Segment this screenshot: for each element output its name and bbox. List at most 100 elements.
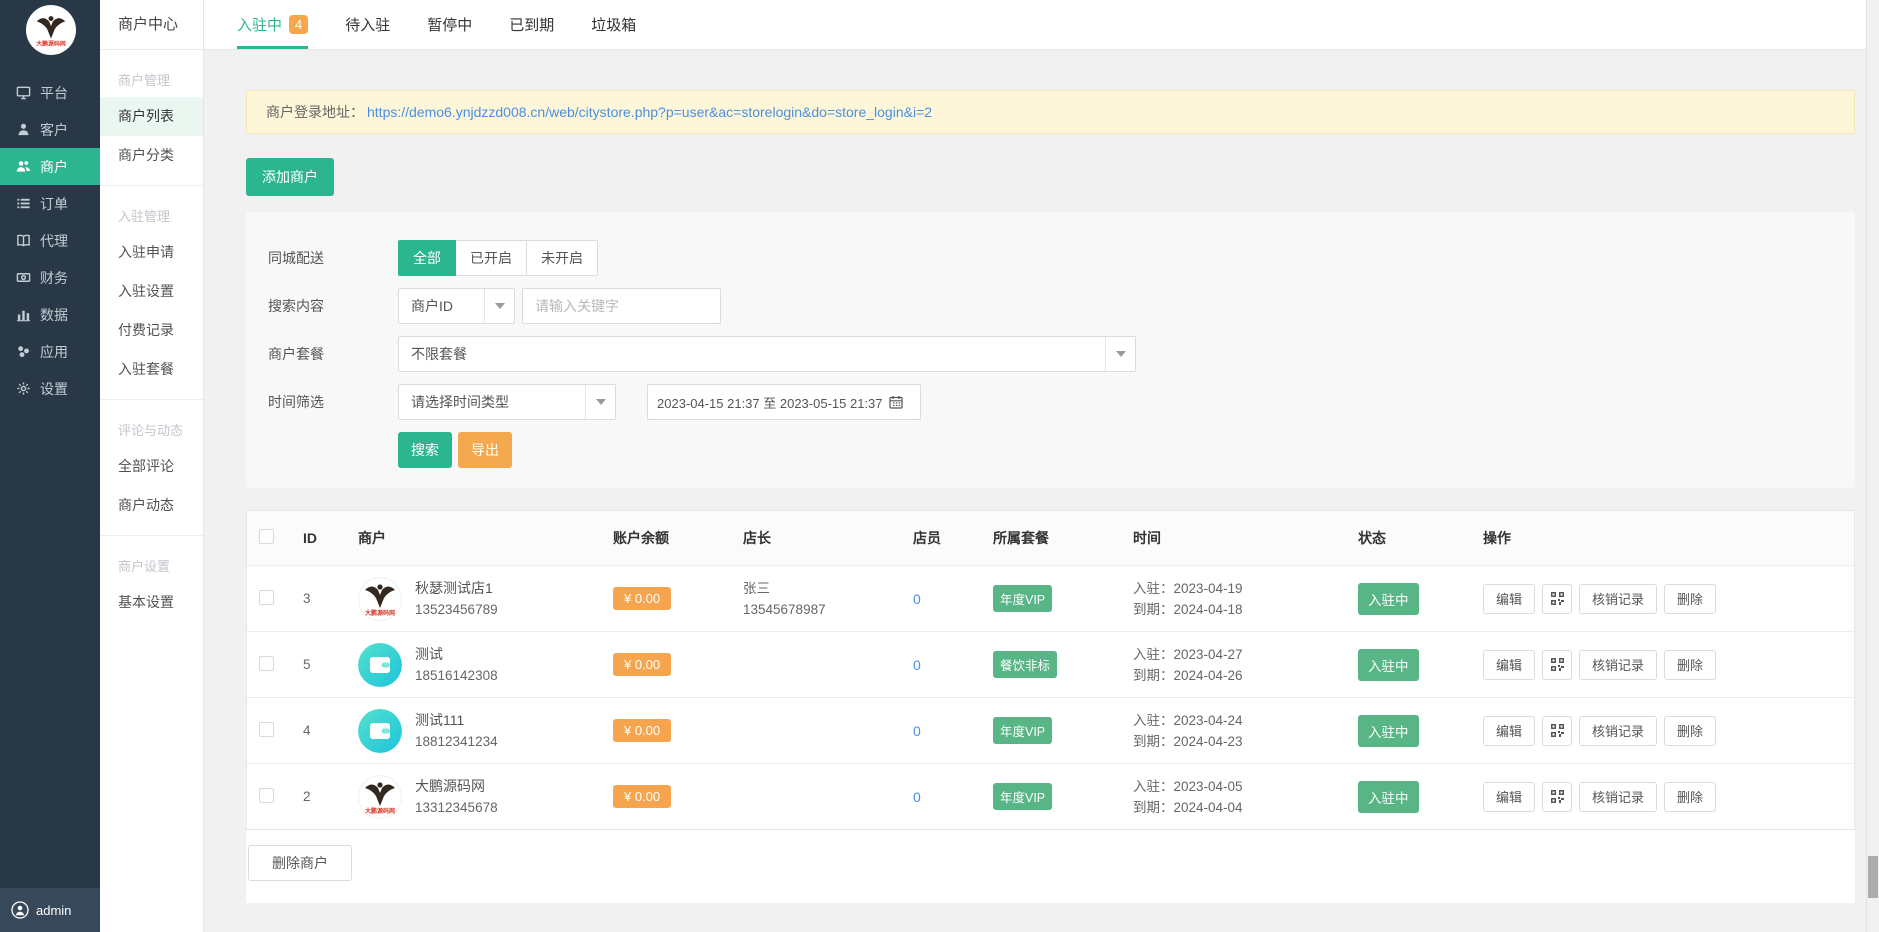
submenu-title: 商户中心 xyxy=(100,0,203,50)
clerk-count-link[interactable]: 0 xyxy=(913,657,921,673)
delivery-option-disabled[interactable]: 未开启 xyxy=(527,240,598,276)
sidebar-item-apps[interactable]: 应用 xyxy=(0,333,100,370)
tab-pending-merchants[interactable]: 待入驻 xyxy=(345,0,390,49)
column-header-status: 状态 xyxy=(1346,528,1471,548)
delivery-option-all[interactable]: 全部 xyxy=(398,240,456,276)
redeem-records-button[interactable]: 核销记录 xyxy=(1579,650,1657,680)
clerk-count-link[interactable]: 0 xyxy=(913,591,921,607)
qr-code-button[interactable] xyxy=(1542,716,1572,746)
clerk-count-link[interactable]: 0 xyxy=(913,723,921,739)
chart-icon xyxy=(16,307,31,322)
sidebar-nav: 平台 客户 商户 订单 代理 财务 xyxy=(0,74,100,407)
expire-date: 到期：2024-04-23 xyxy=(1133,731,1346,752)
table-row: 5 测试 18516142308 ¥ 0.00 xyxy=(247,631,1854,697)
qr-code-button[interactable] xyxy=(1542,650,1572,680)
submenu-item-all-comments[interactable]: 全部评论 xyxy=(100,447,203,486)
keyword-input[interactable] xyxy=(522,288,721,324)
sidebar-item-orders[interactable]: 订单 xyxy=(0,185,100,222)
search-field-select[interactable]: 商户ID xyxy=(398,288,515,324)
redeem-records-button[interactable]: 核销记录 xyxy=(1579,716,1657,746)
submenu-item-payment-records[interactable]: 付费记录 xyxy=(100,311,203,350)
submenu-item-merchant-news[interactable]: 商户动态 xyxy=(100,486,203,525)
edit-button[interactable]: 编辑 xyxy=(1483,650,1535,680)
row-checkbox[interactable] xyxy=(259,590,274,605)
tab-expired-merchants[interactable]: 已到期 xyxy=(509,0,554,49)
redeem-records-button[interactable]: 核销记录 xyxy=(1579,782,1657,812)
brand-logo[interactable]: 大鹏源码网 xyxy=(26,5,76,55)
tab-active-merchants[interactable]: 入驻中 4 xyxy=(237,0,308,49)
submenu-item-merchant-category[interactable]: 商户分类 xyxy=(100,136,203,175)
sidebar: 大鹏源码网 平台 客户 商户 订单 代理 xyxy=(0,0,100,932)
add-merchant-button[interactable]: 添加商户 xyxy=(246,158,334,196)
expire-date: 到期：2024-04-26 xyxy=(1133,665,1346,686)
redeem-records-button[interactable]: 核销记录 xyxy=(1579,584,1657,614)
apps-icon xyxy=(16,344,31,359)
sidebar-item-data[interactable]: 数据 xyxy=(0,296,100,333)
scrollbar-thumb[interactable] xyxy=(1868,856,1878,898)
sidebar-item-label: 客户 xyxy=(40,120,68,140)
package-select-value: 不限套餐 xyxy=(399,344,1105,364)
delete-button[interactable]: 删除 xyxy=(1664,650,1716,680)
submenu-item-basic-settings[interactable]: 基本设置 xyxy=(100,583,203,622)
tab-label: 暂停中 xyxy=(427,14,472,35)
login-url-link[interactable]: https://demo6.ynjdzzd008.cn/web/citystor… xyxy=(367,104,932,120)
column-header-id: ID xyxy=(291,530,346,546)
delivery-option-enabled[interactable]: 已开启 xyxy=(456,240,527,276)
qr-code-button[interactable] xyxy=(1542,782,1572,812)
package-badge: 年度VIP xyxy=(993,585,1052,612)
tab-trash[interactable]: 垃圾箱 xyxy=(591,0,636,49)
sidebar-item-customers[interactable]: 客户 xyxy=(0,111,100,148)
submenu-item-merchant-list[interactable]: 商户列表 xyxy=(100,97,203,136)
delete-button[interactable]: 删除 xyxy=(1664,782,1716,812)
date-range-input[interactable]: 2023-04-15 21:37 至 2023-05-15 21:37 xyxy=(647,384,921,420)
sidebar-item-label: 应用 xyxy=(40,342,68,362)
time-type-select[interactable]: 请选择时间类型 xyxy=(398,384,616,420)
edit-button[interactable]: 编辑 xyxy=(1483,716,1535,746)
filter-label: 搜索内容 xyxy=(268,296,398,316)
qr-code-button[interactable] xyxy=(1542,584,1572,614)
sidebar-item-label: 商户 xyxy=(40,157,68,177)
edit-button[interactable]: 编辑 xyxy=(1483,782,1535,812)
manager-phone: 13545678987 xyxy=(743,599,901,620)
delete-merchants-button[interactable]: 删除商户 xyxy=(248,845,352,881)
table-row: 2 大鹏源码网 大鹏源码网 13312345678 ¥ 0.00 xyxy=(247,763,1854,829)
join-date: 入驻：2023-04-05 xyxy=(1133,776,1346,797)
sidebar-item-settings[interactable]: 设置 xyxy=(0,370,100,407)
edit-button[interactable]: 编辑 xyxy=(1483,584,1535,614)
submenu-group-header: 入驻管理 xyxy=(100,186,203,233)
package-select[interactable]: 不限套餐 xyxy=(398,336,1136,372)
sidebar-item-finance[interactable]: 财务 xyxy=(0,259,100,296)
monitor-icon xyxy=(16,85,31,100)
column-header-time: 时间 xyxy=(1121,528,1346,548)
merchant-name: 测试 xyxy=(415,644,498,665)
login-url-notice: 商户登录地址： https://demo6.ynjdzzd008.cn/web/… xyxy=(246,90,1855,134)
search-button[interactable]: 搜索 xyxy=(398,432,452,468)
vertical-scrollbar[interactable] xyxy=(1866,0,1879,932)
merchant-logo-eagle: 大鹏源码网 xyxy=(358,577,402,621)
submenu-item-entry-apply[interactable]: 入驻申请 xyxy=(100,233,203,272)
svg-text:大鹏源码网: 大鹏源码网 xyxy=(365,609,395,617)
search-field-value: 商户ID xyxy=(399,296,484,316)
clerk-count-link[interactable]: 0 xyxy=(913,789,921,805)
merchant-name: 测试111 xyxy=(415,710,498,731)
row-checkbox[interactable] xyxy=(259,788,274,803)
submenu-group-header: 评论与动态 xyxy=(100,400,203,447)
current-user[interactable]: admin xyxy=(0,888,100,932)
sidebar-item-merchants[interactable]: 商户 xyxy=(0,148,100,185)
qr-code-icon xyxy=(1551,592,1564,605)
sidebar-item-agents[interactable]: 代理 xyxy=(0,222,100,259)
status-badge: 入驻中 xyxy=(1358,715,1419,747)
submenu-item-entry-packages[interactable]: 入驻套餐 xyxy=(100,350,203,389)
row-checkbox[interactable] xyxy=(259,722,274,737)
date-range-value: 2023-04-15 21:37 至 2023-05-15 21:37 xyxy=(657,393,883,412)
delete-button[interactable]: 删除 xyxy=(1664,716,1716,746)
delete-button[interactable]: 删除 xyxy=(1664,584,1716,614)
export-button[interactable]: 导出 xyxy=(458,432,512,468)
sidebar-item-platform[interactable]: 平台 xyxy=(0,74,100,111)
row-checkbox[interactable] xyxy=(259,656,274,671)
tab-label: 垃圾箱 xyxy=(591,14,636,35)
select-all-checkbox[interactable] xyxy=(259,529,274,544)
submenu-item-entry-settings[interactable]: 入驻设置 xyxy=(100,272,203,311)
filter-row-buttons: 搜索 导出 xyxy=(268,432,1855,468)
tab-paused-merchants[interactable]: 暂停中 xyxy=(427,0,472,49)
